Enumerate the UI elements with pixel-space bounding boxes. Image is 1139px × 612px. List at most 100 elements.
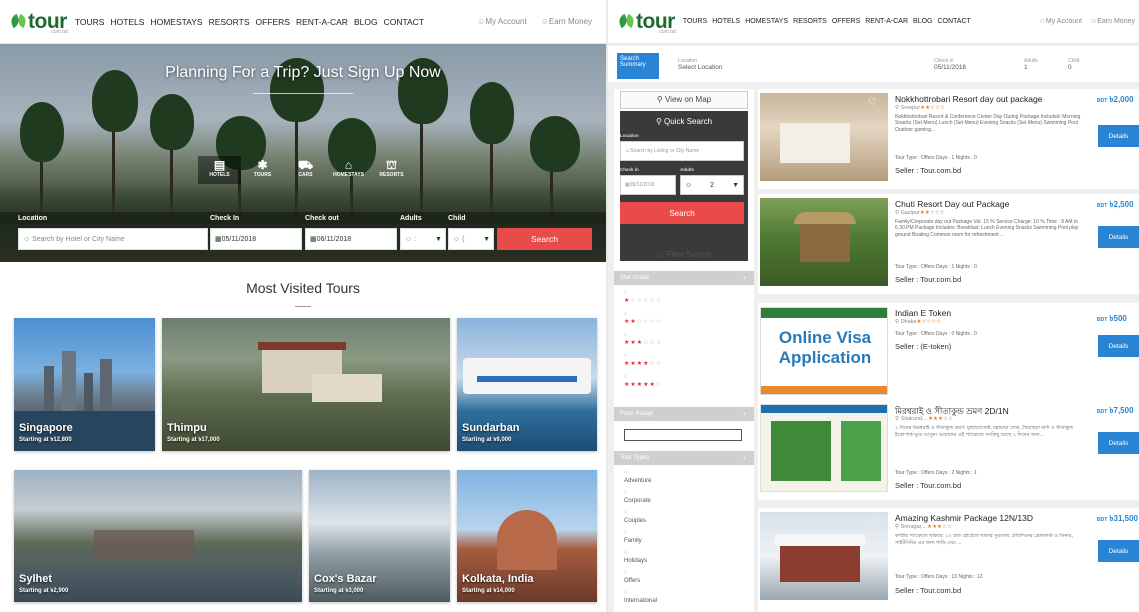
qs-location-label: Location bbox=[620, 133, 639, 138]
details-button[interactable]: Details bbox=[1098, 125, 1139, 147]
view-on-map-button[interactable]: ⚲ View on Map bbox=[620, 91, 748, 109]
tour-type-holidays[interactable]: ○ Holidays bbox=[624, 549, 647, 565]
site-logo[interactable]: tour .com.bd bbox=[618, 10, 676, 35]
nav-tours[interactable]: TOURS bbox=[75, 17, 105, 27]
nav-resorts[interactable]: RESORTS bbox=[793, 18, 827, 25]
tour-tile-sundarban[interactable]: Sundarban Starting at ৳9,000 bbox=[457, 318, 597, 451]
result-stars: ★★☆☆☆ bbox=[920, 105, 945, 111]
result-title[interactable]: Chuti Resort Day out Package bbox=[895, 199, 1075, 209]
tour-tile-thimpu[interactable]: Thimpu Starting at ৳17,000 bbox=[162, 318, 450, 451]
child-label: Child bbox=[448, 215, 466, 222]
evisa-line-1: Online Visa bbox=[778, 328, 872, 347]
tour-type-corporate[interactable]: ○ Corporate bbox=[624, 489, 651, 505]
nav-homestays[interactable]: HOMESTAYS bbox=[150, 17, 202, 27]
result-thumbnail[interactable] bbox=[760, 198, 888, 286]
nav-rent-a-car[interactable]: RENT-A-CAR bbox=[865, 18, 908, 25]
tour-type-international[interactable]: ○ International bbox=[624, 589, 657, 605]
search-summary-tab[interactable]: Search Summary bbox=[617, 53, 659, 79]
account-links: My Account Earn Money bbox=[477, 17, 592, 26]
checkout-input[interactable]: ▦ 06/11/2018 bbox=[305, 228, 397, 250]
quick-search-button[interactable]: Search bbox=[620, 202, 744, 224]
favorite-heart-icon[interactable]: ♡ bbox=[868, 516, 877, 527]
star-filter-4[interactable]: ○ ★★★★☆☆ bbox=[624, 352, 662, 368]
nav-tours[interactable]: TOURS bbox=[683, 18, 707, 25]
summary-checkin[interactable]: Check in 05/11/2018 bbox=[934, 58, 966, 71]
result-thumbnail[interactable] bbox=[760, 404, 888, 492]
tour-type-offers[interactable]: ○ Offers bbox=[624, 569, 640, 585]
nav-contact[interactable]: CONTACT bbox=[937, 18, 970, 25]
nav-hotels[interactable]: HOTELS bbox=[712, 18, 740, 25]
nav-rent-a-car[interactable]: RENT-A-CAR bbox=[296, 17, 348, 27]
adults-select[interactable]: ☺ : ▼ bbox=[400, 228, 446, 250]
result-title[interactable]: Indian E Token bbox=[895, 308, 1075, 318]
tour-type-adventure[interactable]: ○ Adventure bbox=[624, 469, 651, 485]
nav-hotels[interactable]: HOTELS bbox=[110, 17, 144, 27]
star-filter-1[interactable]: ○ ★☆☆☆☆☆ bbox=[624, 289, 662, 305]
hero-search-button[interactable]: Search bbox=[497, 228, 592, 250]
qs-location-input[interactable]: ☺ Search by Listing or City Name bbox=[620, 141, 744, 161]
earn-money-link[interactable]: Earn Money bbox=[541, 17, 592, 26]
result-title[interactable]: Nokkhottrobari Resort day out package bbox=[895, 94, 1075, 104]
nav-homestays[interactable]: HOMESTAYS bbox=[745, 18, 788, 25]
summary-child[interactable]: Child 0 bbox=[1068, 58, 1079, 71]
result-thumbnail[interactable]: Online Visa Application bbox=[760, 307, 888, 395]
tour-tile-sylhet[interactable]: Sylhet Starting at ৳2,900 bbox=[14, 470, 302, 602]
radio-icon: ○ bbox=[624, 353, 628, 359]
tour-tile-coxs-bazar[interactable]: Cox's Bazar Starting at ৳3,000 bbox=[309, 470, 450, 602]
result-thumbnail[interactable]: ♡ bbox=[760, 93, 888, 181]
checkin-input[interactable]: ▦ 05/11/2018 bbox=[210, 228, 302, 250]
user-pin-icon: ☺ bbox=[23, 235, 33, 243]
earn-money-link[interactable]: Earn Money bbox=[1090, 18, 1135, 25]
tab-tours[interactable]: ✱ TOURS bbox=[241, 156, 284, 184]
tab-resorts[interactable]: ⛫ RESORTS bbox=[370, 156, 413, 184]
summary-location[interactable]: Location Select Location bbox=[678, 58, 722, 71]
child-select[interactable]: ☺ (▼ bbox=[448, 228, 494, 250]
summary-child-value: 0 bbox=[1068, 64, 1072, 71]
details-button[interactable]: Details bbox=[1098, 335, 1139, 357]
result-location: ⚲ Dhaka★☆☆☆☆ bbox=[895, 319, 941, 325]
nav-offers[interactable]: OFFERS bbox=[256, 17, 290, 27]
checkin-value: 05/11/2018 bbox=[221, 235, 257, 243]
qs-checkin-input[interactable]: ▦ 05/11/2018 bbox=[620, 175, 676, 195]
tour-types-header[interactable]: Tour Types bbox=[614, 451, 754, 465]
star-grade-header[interactable]: Star Grade bbox=[614, 271, 754, 285]
summary-checkin-value: 05/11/2018 bbox=[934, 64, 967, 71]
tour-tile-singapore[interactable]: Singapore Starting at ৳12,800 bbox=[14, 318, 155, 451]
star-filter-3[interactable]: ○ ★★★☆☆☆ bbox=[624, 331, 662, 347]
tour-type-label: International bbox=[624, 598, 658, 604]
result-thumbnail[interactable]: ♡ bbox=[760, 512, 888, 600]
top-navbar: tour .com.bd TOURS HOTELS HOMESTAYS RESO… bbox=[608, 0, 1139, 44]
location-input[interactable]: ☺ Search by Hotel or City Name bbox=[18, 228, 208, 250]
tour-type-family[interactable]: ○ Family bbox=[624, 529, 642, 545]
nav-contact[interactable]: CONTACT bbox=[384, 17, 424, 27]
tab-homestays[interactable]: ⌂ HOMESTAYS bbox=[327, 156, 370, 184]
result-price-value: ৳2,500 bbox=[1109, 200, 1134, 209]
site-logo[interactable]: tour .com.bd bbox=[10, 10, 68, 35]
my-account-link[interactable]: My Account bbox=[477, 17, 526, 26]
main-menu: TOURS HOTELS HOMESTAYS RESORTS OFFERS RE… bbox=[75, 17, 424, 27]
star-filter-2[interactable]: ○ ★★☆☆☆☆ bbox=[624, 310, 662, 326]
tour-type-couples[interactable]: ○ Couples bbox=[624, 509, 646, 525]
listing-page: tour .com.bd TOURS HOTELS HOMESTAYS RESO… bbox=[608, 0, 1139, 612]
tour-tile-kolkata[interactable]: Kolkata, India Starting at ৳14,000 bbox=[457, 470, 597, 602]
building-icon: ▤ bbox=[213, 158, 226, 172]
nav-blog[interactable]: BLOG bbox=[354, 17, 378, 27]
details-button[interactable]: Details bbox=[1098, 226, 1139, 248]
tab-cars[interactable]: ⛟ CARS bbox=[284, 156, 327, 184]
result-title[interactable]: Amazing Kashmir Package 12N/13D bbox=[895, 513, 1075, 523]
nav-resorts[interactable]: RESORTS bbox=[209, 17, 250, 27]
tab-hotels[interactable]: ▤ HOTELS bbox=[198, 156, 241, 184]
checkbox-icon: ○ bbox=[624, 530, 628, 536]
nav-blog[interactable]: BLOG bbox=[913, 18, 932, 25]
qs-adults-select[interactable]: ☺ 2 ▼ bbox=[680, 175, 744, 195]
details-button[interactable]: Details bbox=[1098, 432, 1139, 454]
search-icon: ⚲ bbox=[655, 117, 665, 126]
summary-adults[interactable]: Adults 1 bbox=[1024, 58, 1038, 71]
my-account-link[interactable]: My Account bbox=[1039, 18, 1082, 25]
star-filter-5[interactable]: ○ ★★★★★☆ bbox=[624, 373, 662, 389]
price-range-header[interactable]: Price Range bbox=[614, 407, 754, 421]
price-range-input[interactable] bbox=[624, 429, 742, 441]
nav-offers[interactable]: OFFERS bbox=[832, 18, 860, 25]
favorite-heart-icon[interactable]: ♡ bbox=[868, 97, 877, 108]
details-button[interactable]: Details bbox=[1098, 540, 1139, 562]
